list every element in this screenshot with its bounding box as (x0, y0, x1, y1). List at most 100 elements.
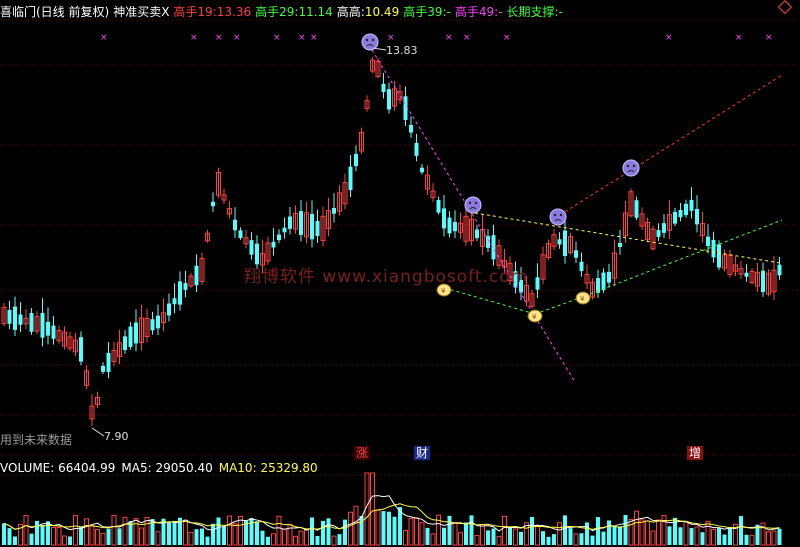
volume-bar (260, 530, 265, 545)
candle-body (46, 321, 50, 336)
volume-bar (777, 528, 782, 545)
volume-bar (216, 517, 221, 545)
candle-body (447, 217, 452, 234)
coin-bag-glyph: ¥ (441, 287, 446, 295)
volume-bar (766, 531, 771, 546)
volume-bar (271, 533, 276, 546)
volume-bar (596, 517, 600, 545)
candle-body (211, 201, 215, 207)
volume-bar (315, 535, 320, 545)
candle-body (695, 208, 699, 225)
sad-face-eye (468, 201, 472, 205)
volume-bar (502, 515, 507, 546)
candle-body (7, 309, 12, 324)
volume-bar (62, 535, 67, 546)
signal-mark: × (273, 33, 281, 43)
future-data-note: 用到未来数据 (0, 433, 73, 447)
volume-bar (491, 528, 496, 545)
volume-bar (211, 523, 215, 545)
volume-bar (122, 516, 128, 546)
volume-bar (73, 514, 78, 546)
signal-mark: × (445, 33, 453, 43)
volume-bar (474, 534, 480, 546)
volume-bar (348, 511, 353, 546)
volume-bar (486, 530, 490, 545)
candle-body (271, 241, 276, 248)
volume-bar (133, 518, 139, 546)
volume-bar (194, 529, 199, 545)
sad-face-eye (371, 38, 375, 42)
volume-bar (568, 528, 573, 545)
event-marker-cai[interactable]: 财 (414, 446, 431, 460)
volume-bar (612, 525, 617, 545)
candle-body (684, 203, 688, 216)
volume-bar (496, 535, 502, 546)
candle-body (150, 319, 155, 331)
volume-bar (683, 521, 689, 546)
candle-body (288, 216, 292, 229)
event-marker-zhang[interactable]: 涨 (354, 446, 371, 460)
candle-body (101, 365, 105, 372)
sad-face-eye (626, 164, 630, 168)
volume-bar (183, 519, 188, 546)
volume-bar (419, 522, 425, 546)
volume-bar (321, 520, 325, 545)
volume-bar (623, 514, 628, 545)
volume-bar (205, 536, 210, 545)
volume-bar (557, 522, 562, 546)
volume-bar (249, 517, 254, 545)
sad-face-icon (622, 159, 640, 177)
volume-bar (293, 535, 298, 546)
volume-bar (694, 526, 700, 546)
volume-bar (7, 528, 12, 545)
candle-body (777, 264, 782, 276)
volume-bar (56, 526, 62, 546)
volume-bar (40, 525, 45, 545)
volume-bar (739, 516, 743, 545)
signal-mark: × (215, 33, 223, 43)
candle-body (420, 167, 424, 173)
volume-bar (200, 528, 204, 545)
candle-body (277, 234, 281, 241)
volume-bar (167, 521, 171, 545)
signal-mark: × (503, 33, 511, 43)
volume-bar (700, 532, 705, 545)
candle-body (128, 326, 133, 347)
signal-mark: × (463, 33, 471, 43)
volume-bar (546, 536, 551, 545)
volume-bar (51, 526, 56, 546)
volume-bar (84, 518, 89, 546)
candle-body (618, 242, 622, 248)
volume-bar (276, 515, 282, 546)
candle-body (156, 315, 160, 329)
volume-bar (618, 526, 622, 545)
volume-bar (689, 528, 694, 545)
low-price-label: 7.90 (104, 430, 129, 443)
candle-body (40, 312, 45, 338)
candle-body (348, 166, 353, 191)
volume-bar (13, 536, 17, 545)
candle-body (79, 337, 83, 362)
sad-face-eye (553, 213, 557, 217)
volume-bar (447, 515, 452, 545)
volume-bar (711, 528, 716, 546)
volume-bar (563, 515, 567, 545)
volume-bar (508, 526, 512, 545)
low-pointer (91, 427, 105, 437)
volume-label: VOLUME: 66404.99 (0, 461, 116, 475)
volume-bar (95, 528, 100, 546)
volume-bar (645, 520, 650, 546)
volume-bar (23, 514, 29, 546)
volume-bar (749, 534, 755, 546)
event-marker-zeng[interactable]: 增 (687, 446, 704, 460)
volume-bar (353, 505, 359, 546)
volume-bar (535, 525, 540, 546)
candle-body (662, 223, 666, 233)
volume-bar (744, 534, 749, 545)
candle-body (706, 236, 710, 247)
volume-bar (728, 527, 732, 545)
candle-body (678, 210, 683, 218)
candle-body (167, 303, 171, 316)
candle-body (486, 236, 490, 248)
volume-bar (111, 514, 117, 546)
